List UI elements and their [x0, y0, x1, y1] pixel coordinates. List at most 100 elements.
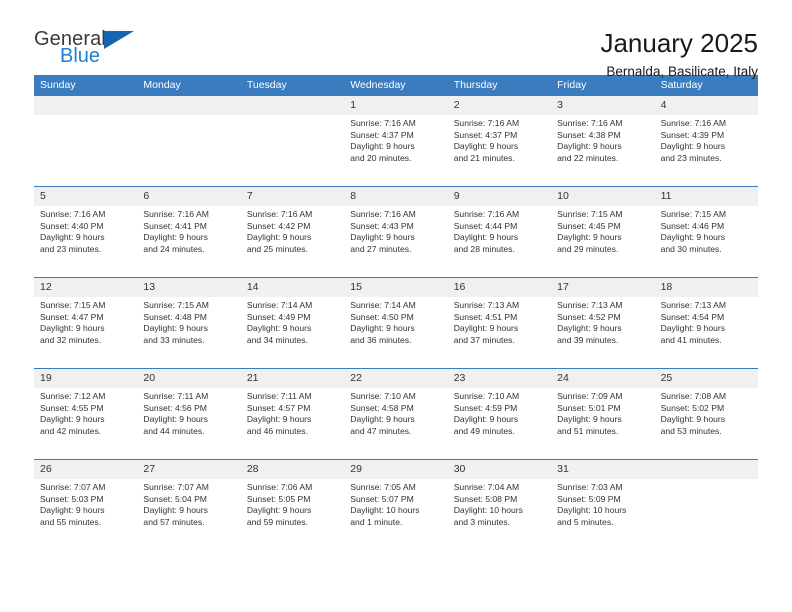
day-cell[interactable]: Sunrise: 7:13 AM Sunset: 4:52 PM Dayligh…: [551, 297, 654, 368]
day-cell[interactable]: Sunrise: 7:16 AM Sunset: 4:37 PM Dayligh…: [344, 115, 447, 186]
day-number: [655, 460, 758, 479]
day-cell[interactable]: Sunrise: 7:07 AM Sunset: 5:03 PM Dayligh…: [34, 479, 137, 550]
daylight-text-line1: Daylight: 9 hours: [557, 323, 622, 334]
daylight-text-line2: and 30 minutes.: [660, 243, 722, 254]
week-row: 5 6 7 8 9 10 11 Sunrise: 7:16 AM Sunset:…: [34, 186, 758, 277]
day-cell[interactable]: [34, 115, 137, 186]
daylight-text-line2: and 42 minutes.: [40, 425, 102, 436]
day-number: 15: [350, 281, 362, 293]
sunrise-text: Sunrise: 7:13 AM: [453, 300, 520, 310]
day-cell[interactable]: Sunrise: 7:07 AM Sunset: 5:04 PM Dayligh…: [137, 479, 240, 550]
sunset-text: Sunset: 4:42 PM: [246, 220, 311, 231]
sunrise-text: Sunrise: 7:15 AM: [143, 300, 209, 310]
daylight-text-line2: and 33 minutes.: [143, 334, 205, 345]
day-number: 16: [453, 281, 466, 293]
day-cell[interactable]: Sunrise: 7:16 AM Sunset: 4:38 PM Dayligh…: [551, 115, 654, 186]
day-cell[interactable]: Sunrise: 7:13 AM Sunset: 4:51 PM Dayligh…: [448, 297, 551, 368]
triangle-icon: [104, 31, 134, 49]
week-row: 1 2 3 4 Sunrise: 7:16 AM Sunset: 4:37 PM…: [34, 96, 758, 186]
general-blue-logo[interactable]: General Blue: [34, 28, 144, 74]
daylight-text-line1: Daylight: 9 hours: [660, 141, 726, 152]
day-cell[interactable]: Sunrise: 7:15 AM Sunset: 4:48 PM Dayligh…: [137, 297, 240, 368]
day-cell[interactable]: Sunrise: 7:16 AM Sunset: 4:40 PM Dayligh…: [34, 206, 137, 277]
day-cell[interactable]: Sunrise: 7:15 AM Sunset: 4:46 PM Dayligh…: [655, 206, 758, 277]
daylight-text-line2: and 23 minutes.: [40, 243, 102, 254]
title-block: January 2025 Bernalda, Basilicate, Italy: [600, 28, 758, 82]
day-cell[interactable]: Sunrise: 7:16 AM Sunset: 4:41 PM Dayligh…: [137, 206, 240, 277]
day-cell[interactable]: Sunrise: 7:16 AM Sunset: 4:39 PM Dayligh…: [655, 115, 758, 186]
day-cell-row: Sunrise: 7:12 AM Sunset: 4:55 PM Dayligh…: [34, 388, 758, 459]
sunrise-text: Sunrise: 7:11 AM: [246, 391, 312, 401]
day-cell[interactable]: Sunrise: 7:16 AM Sunset: 4:37 PM Dayligh…: [448, 115, 551, 186]
day-cell[interactable]: Sunrise: 7:13 AM Sunset: 4:54 PM Dayligh…: [655, 297, 758, 368]
weekday-header-friday: Friday: [557, 79, 587, 91]
daylight-text-line1: Daylight: 9 hours: [143, 323, 208, 334]
sunset-text: Sunset: 5:05 PM: [246, 493, 311, 504]
day-number: 26: [40, 463, 52, 475]
day-cell[interactable]: Sunrise: 7:10 AM Sunset: 4:58 PM Dayligh…: [344, 388, 447, 459]
day-number-row: 12 13 14 15 16 17 18: [34, 278, 758, 297]
day-number-row: 19 20 21 22 23 24 25: [34, 369, 758, 388]
day-cell[interactable]: Sunrise: 7:04 AM Sunset: 5:08 PM Dayligh…: [448, 479, 551, 550]
day-cell[interactable]: Sunrise: 7:14 AM Sunset: 4:49 PM Dayligh…: [241, 297, 344, 368]
sunset-text: Sunset: 5:03 PM: [40, 493, 104, 504]
sunset-text: Sunset: 4:44 PM: [453, 220, 518, 231]
sunrise-text: Sunrise: 7:16 AM: [453, 118, 520, 128]
calendar-grid: Sunday Monday Tuesday Wednesday Thursday…: [34, 75, 758, 550]
day-cell[interactable]: Sunrise: 7:16 AM Sunset: 4:44 PM Dayligh…: [448, 206, 551, 277]
daylight-text-line2: and 55 minutes.: [40, 516, 102, 527]
day-cell[interactable]: Sunrise: 7:15 AM Sunset: 4:45 PM Dayligh…: [551, 206, 654, 277]
daylight-text-line1: Daylight: 9 hours: [246, 232, 312, 243]
daylight-text-line1: Daylight: 9 hours: [660, 414, 726, 425]
daylight-text-line1: Daylight: 10 hours: [557, 505, 627, 516]
day-cell[interactable]: Sunrise: 7:10 AM Sunset: 4:59 PM Dayligh…: [448, 388, 551, 459]
day-cell[interactable]: [655, 479, 758, 550]
day-number: 2: [453, 99, 460, 111]
day-cell[interactable]: Sunrise: 7:14 AM Sunset: 4:50 PM Dayligh…: [344, 297, 447, 368]
day-cell[interactable]: Sunrise: 7:08 AM Sunset: 5:02 PM Dayligh…: [655, 388, 758, 459]
sunset-text: Sunset: 5:01 PM: [557, 402, 621, 413]
sunset-text: Sunset: 4:49 PM: [246, 311, 311, 322]
day-number: 1: [350, 99, 357, 111]
sunrise-text: Sunrise: 7:15 AM: [557, 209, 623, 219]
day-number-row: 1 2 3 4: [34, 96, 758, 115]
day-cell[interactable]: Sunrise: 7:06 AM Sunset: 5:05 PM Dayligh…: [241, 479, 344, 550]
day-number: 25: [660, 372, 673, 384]
day-cell[interactable]: Sunrise: 7:16 AM Sunset: 4:43 PM Dayligh…: [344, 206, 447, 277]
day-cell[interactable]: [137, 115, 240, 186]
day-cell-row: Sunrise: 7:15 AM Sunset: 4:47 PM Dayligh…: [34, 297, 758, 368]
day-number-row: 5 6 7 8 9 10 11: [34, 187, 758, 206]
day-cell[interactable]: Sunrise: 7:11 AM Sunset: 4:56 PM Dayligh…: [137, 388, 240, 459]
daylight-text-line1: Daylight: 9 hours: [557, 414, 622, 425]
day-number: 12: [40, 281, 52, 293]
day-cell[interactable]: Sunrise: 7:15 AM Sunset: 4:47 PM Dayligh…: [34, 297, 137, 368]
daylight-text-line2: and 29 minutes.: [557, 243, 619, 254]
weekday-header-tuesday: Tuesday: [246, 79, 287, 91]
daylight-text-line2: and 53 minutes.: [660, 425, 722, 436]
day-cell[interactable]: Sunrise: 7:12 AM Sunset: 4:55 PM Dayligh…: [34, 388, 137, 459]
day-cell[interactable]: Sunrise: 7:09 AM Sunset: 5:01 PM Dayligh…: [551, 388, 654, 459]
day-number: 28: [246, 463, 259, 475]
sunrise-text: Sunrise: 7:11 AM: [143, 391, 209, 401]
sunset-text: Sunset: 4:46 PM: [660, 220, 725, 231]
daylight-text-line1: Daylight: 9 hours: [453, 414, 519, 425]
day-number: 3: [557, 99, 563, 111]
sunset-text: Sunset: 4:41 PM: [143, 220, 207, 231]
daylight-text-line1: Daylight: 9 hours: [350, 141, 415, 152]
calendar-page: General Blue January 2025 Bernalda, Basi…: [0, 0, 792, 612]
day-cell-row: Sunrise: 7:16 AM Sunset: 4:37 PM Dayligh…: [34, 115, 758, 186]
day-number: 13: [143, 281, 156, 293]
sunrise-text: Sunrise: 7:16 AM: [143, 209, 209, 219]
day-cell[interactable]: Sunrise: 7:03 AM Sunset: 5:09 PM Dayligh…: [551, 479, 654, 550]
day-number: [137, 96, 240, 115]
day-cell[interactable]: Sunrise: 7:05 AM Sunset: 5:07 PM Dayligh…: [344, 479, 447, 550]
day-cell[interactable]: Sunrise: 7:11 AM Sunset: 4:57 PM Dayligh…: [241, 388, 344, 459]
day-cell[interactable]: Sunrise: 7:16 AM Sunset: 4:42 PM Dayligh…: [241, 206, 344, 277]
sunrise-text: Sunrise: 7:09 AM: [557, 391, 623, 401]
daylight-text-line2: and 1 minute.: [350, 516, 403, 527]
day-number: 29: [350, 463, 362, 475]
day-cell[interactable]: [241, 115, 344, 186]
sunrise-text: Sunrise: 7:06 AM: [246, 482, 313, 492]
day-number: 24: [557, 372, 569, 384]
sunset-text: Sunset: 4:40 PM: [40, 220, 104, 231]
